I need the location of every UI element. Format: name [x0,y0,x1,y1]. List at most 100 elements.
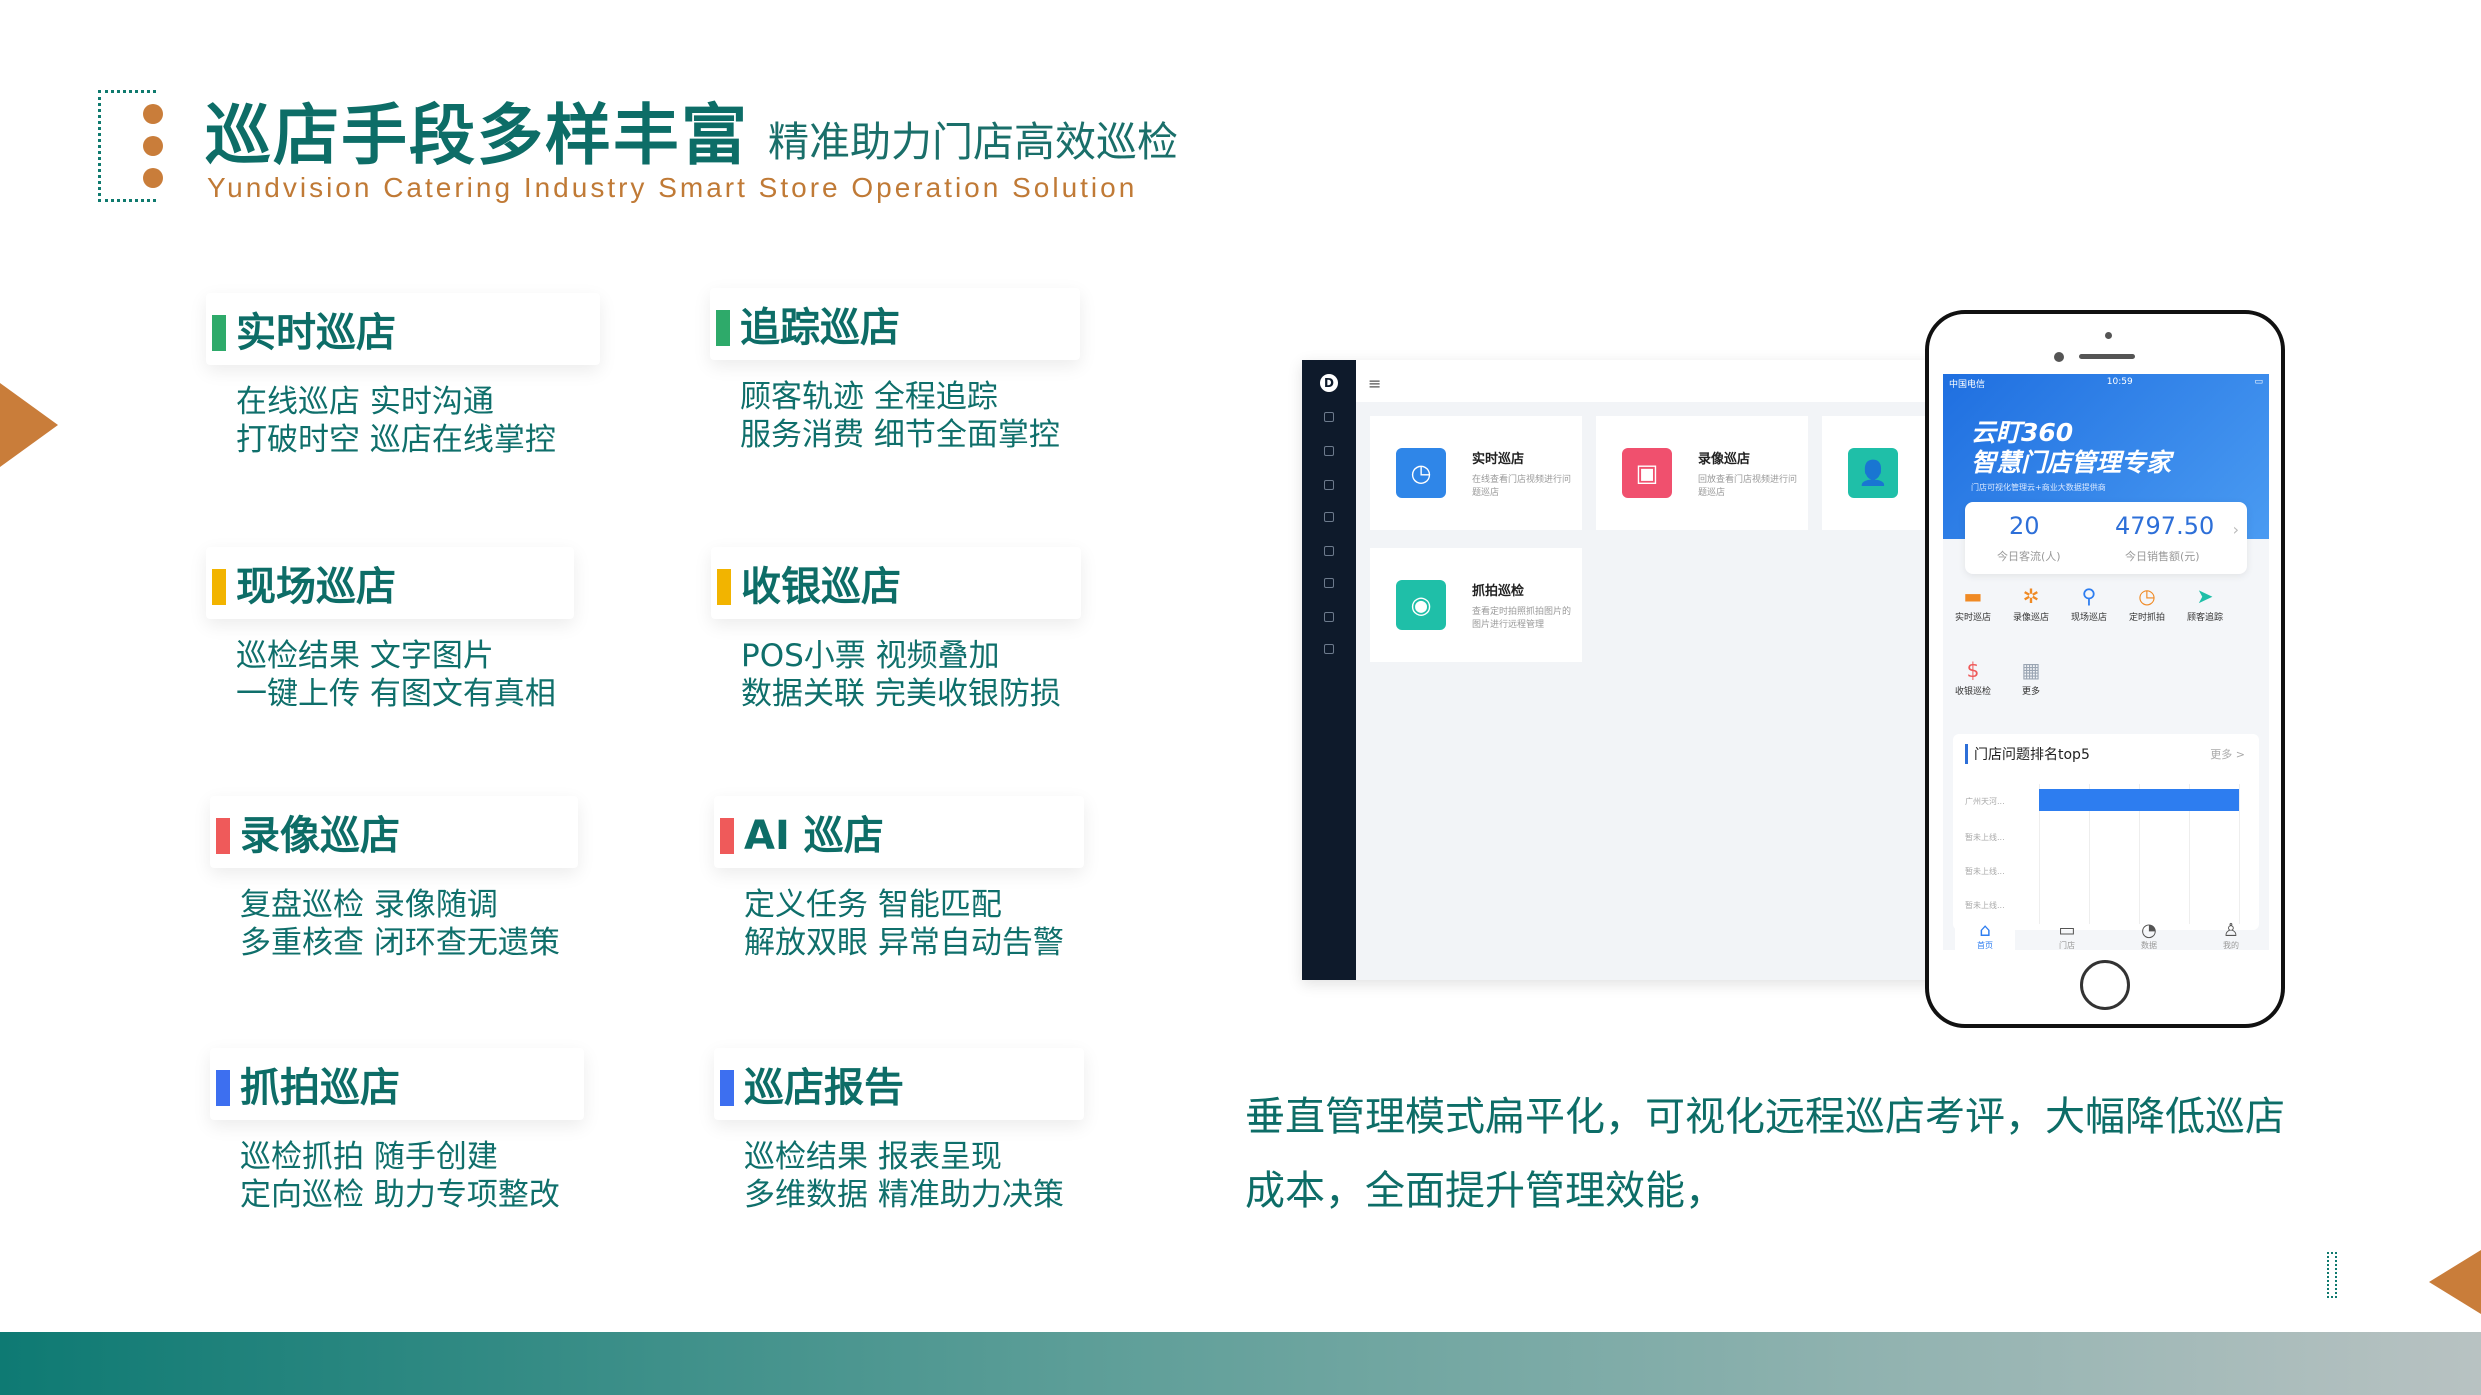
menu-icon[interactable]: ≡ [1368,374,1381,393]
quick-action-label: 定时抓拍 [2128,613,2165,623]
feature-description: 复盘巡检 录像随调 多重核查 闭环查无遗策 [240,886,578,962]
feature-desc-line: 顾客轨迹 全程追踪 [740,379,998,415]
feature-description: 巡检结果 文字图片 一键上传 有图文有真相 [236,637,574,713]
feature-desc-line: 数据关联 完美收银防损 [741,676,1061,712]
feature-card: 抓拍巡店 巡检抓拍 随手创建 定向巡检 助力专项整改 [210,1048,584,1214]
feature-accent-bar [716,310,730,346]
settings-icon[interactable] [1324,578,1334,588]
feature-card: 巡店报告 巡检结果 报表呈现 多维数据 精准助力决策 [714,1048,1084,1214]
card-title: 实时巡店 [1472,452,1525,467]
card-desc: 在线查看门店视频进行问题巡店 [1472,475,1572,498]
feature-card: 收银巡店 POS小票 视频叠加 数据关联 完美收银防损 [711,547,1081,713]
feature-header: 录像巡店 [210,796,578,868]
feature-title: 追踪巡店 [740,305,900,351]
feature-title: 收银巡店 [741,564,901,610]
phone-camera [2054,352,2064,362]
camera-icon[interactable] [1324,546,1334,556]
feature-desc-line: 一键上传 有图文有真相 [236,676,556,712]
send-icon: ➤ [2196,584,2214,608]
location-icon: ⚲ [2081,584,2097,608]
quick-action-more[interactable]: ▦ 更多 [2001,658,2061,697]
tab-stores[interactable]: ▭ 门店 [2037,920,2097,950]
video-icon: ▣ [1622,448,1672,498]
quick-action-label: 更多 [2021,687,2040,697]
user-icon: 👤 [1848,448,1898,498]
mail-icon[interactable] [1324,644,1334,654]
page-title: 巡店手段多样丰富 [205,97,749,174]
chart-icon[interactable] [1324,512,1334,522]
feature-desc-line: 复盘巡检 录像随调 [240,887,498,923]
quick-action-snapshot[interactable]: ◷ 定时抓拍 [2117,584,2177,623]
desktop-sidebar: D [1302,360,1356,980]
tab-label: 我的 [2223,941,2239,950]
feature-desc-line: 多维数据 精准助力决策 [744,1177,1064,1213]
stats-card[interactable]: 20 今日客流(人) 4797.50 今日销售额(元) › [1965,502,2247,574]
feature-accent-bar [216,1070,230,1106]
feature-header: 抓拍巡店 [210,1048,584,1120]
card-title: 录像巡店 [1698,452,1751,467]
traffic-value: 20 [2009,512,2040,540]
feature-accent-bar [216,818,230,854]
ranking-bar [2039,789,2239,811]
report-icon[interactable] [1324,480,1334,490]
live-patrol-icon: ▬ [1963,584,1983,608]
desktop-app-screenshot: D ≡ ◷ 实时巡店 在线查看门店视频进行问题巡店 ▣ 录像巡店 回放查看门店视… [1302,360,1970,980]
alert-icon[interactable] [1324,612,1334,622]
ranking-title: 门店问题排名top5 [1965,744,2090,764]
quick-action-onsite[interactable]: ⚲ 现场巡店 [2059,584,2119,623]
feature-card: 录像巡店 复盘巡检 录像随调 多重核查 闭环查无遗策 [210,796,578,962]
tab-label: 数据 [2141,941,2157,950]
summary-line: 垂直管理模式扁平化，可视化远程巡店考评，大幅降低巡店 [1245,1094,2285,1140]
feature-card: AI 巡店 定义任务 智能匹配 解放双眼 异常自动告警 [714,796,1084,962]
feature-desc-line: POS小票 视频叠加 [741,638,1000,674]
feature-card: 追踪巡店 顾客轨迹 全程追踪 服务消费 细节全面掌控 [710,288,1080,454]
ranking-panel: 门店问题排名top5 更多 > 广州天河... 暂未上线... 暂未上线... … [1953,734,2259,930]
bottom-gradient-band [0,1332,2481,1395]
feature-desc-line: 服务消费 细节全面掌控 [740,417,1060,453]
sales-value: 4797.50 [2115,512,2215,540]
phone-mockup: 中国电信 10:59 ▭ 云盯360 智慧门店管理专家 门店可视化管理云+商业大… [1925,310,2285,1028]
feature-accent-bar [720,1070,734,1106]
summary-line: 成本，全面提升管理效能， [1245,1168,1725,1214]
tab-label: 首页 [1977,941,1993,950]
quick-action-tracking[interactable]: ➤ 顾客追踪 [2175,584,2235,623]
status-time: 10:59 [2106,377,2133,387]
feature-description: 顾客轨迹 全程追踪 服务消费 细节全面掌控 [740,378,1080,454]
app-name-line: 云盯360 [1971,418,2074,447]
tab-profile[interactable]: ♙ 我的 [2201,920,2261,950]
feature-card: 现场巡店 巡检结果 文字图片 一键上传 有图文有真相 [206,547,574,713]
app-name: 云盯360 智慧门店管理专家 [1971,418,2171,478]
app-name-line: 智慧门店管理专家 [1971,448,2172,477]
quick-action-video[interactable]: ✲ 录像巡店 [2001,584,2061,623]
header-dot [143,168,163,188]
feature-desc-line: 定向巡检 助力专项整改 [240,1177,560,1213]
header-dot [143,104,163,124]
feature-description: 巡检结果 报表呈现 多维数据 精准助力决策 [744,1138,1084,1214]
desktop-card-video-patrol[interactable]: ▣ 录像巡店 回放查看门店视频进行问题巡店 [1596,416,1808,530]
card-title: 抓拍巡检 [1472,584,1525,599]
quick-action-live[interactable]: ▬ 实时巡店 [1943,584,2003,623]
grid-line [2239,784,2240,924]
feature-accent-bar [717,569,731,605]
phone-sensor [2105,332,2112,339]
tab-home[interactable]: ⌂ 首页 [1955,920,2015,950]
desktop-card-live-patrol[interactable]: ◷ 实时巡店 在线查看门店视频进行问题巡店 [1370,416,1582,530]
ranking-more-link[interactable]: 更多 > [2210,746,2245,762]
home-icon[interactable] [1324,412,1334,422]
right-triangle-decoration [2429,1250,2481,1314]
ranking-row-label: 暂未上线... [1965,867,2005,876]
feature-desc-line: 多重核查 闭环查无遗策 [240,925,560,961]
feature-desc-line: 巡检结果 报表呈现 [744,1139,1002,1175]
ranking-row-label: 暂未上线... [1965,901,2005,910]
profile-icon: ♙ [2222,920,2240,941]
feature-description: 在线巡店 实时沟通 打破时空 巡店在线掌控 [236,383,600,459]
grid-icon[interactable] [1324,446,1334,456]
english-subtitle: Yundvision Catering Industry Smart Store… [207,172,1138,203]
desktop-card-snapshot[interactable]: ◉ 抓拍巡检 查看定时拍照抓拍图片的图片进行远程管理 [1370,548,1582,662]
tab-data[interactable]: ◔ 数据 [2119,920,2179,950]
feature-header: 追踪巡店 [710,288,1080,360]
app-tagline: 门店可视化管理云+商业大数据提供商 [1971,483,2106,492]
feature-card: 实时巡店 在线巡店 实时沟通 打破时空 巡店在线掌控 [206,293,600,459]
quick-action-label: 顾客追踪 [2186,613,2223,623]
quick-action-cashier[interactable]: $ 收银巡检 [1943,658,2003,697]
